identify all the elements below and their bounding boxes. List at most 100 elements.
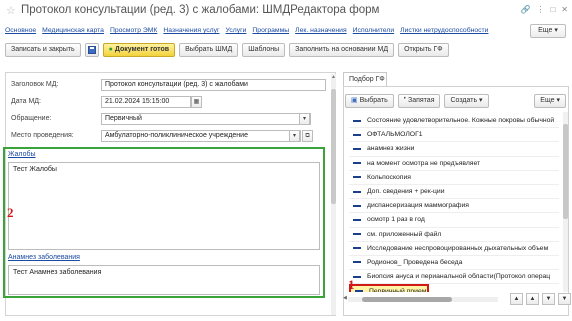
gf-more-button[interactable]: Еще ▾	[534, 94, 566, 108]
nav-link-medcard[interactable]: Медицинская карта	[42, 27, 104, 34]
gf-toolbar: ▣ Выбрать ❜ Запятая Создать ▾	[345, 94, 489, 108]
scrollbar-thumb[interactable]	[563, 124, 568, 219]
nav-links: Основное Медицинская карта Просмотр ЭМК …	[5, 27, 488, 34]
gf-comma-label: Запятая	[407, 97, 435, 104]
gf-list-item-label: Исследование неспровоцированных дыхатель…	[367, 244, 549, 252]
gf-list-item-label: диспансеризация маммография	[367, 202, 469, 210]
complaints-textarea[interactable]: Тест Жалобы	[8, 162, 320, 250]
nav-link-performers[interactable]: Исполнители	[353, 27, 394, 34]
nav-more-button[interactable]: Еще ▾	[530, 24, 566, 38]
date-input[interactable]: 21.02.2024 15:15:00	[101, 96, 191, 108]
gf-comma-button[interactable]: ❜ Запятая	[397, 94, 441, 108]
link-icon[interactable]: 🔗	[520, 5, 530, 15]
save-close-button[interactable]: Записать и закрыть	[5, 43, 81, 57]
gf-list-item[interactable]: Доп. сведения + рек-ции	[349, 185, 559, 200]
gf-list-item-label: на момент осмотра не предъявляет	[367, 159, 481, 167]
gf-list-item[interactable]: Состояние удовлетворительное. Кожные пок…	[349, 114, 559, 129]
date-label: Дата МД:	[11, 98, 41, 105]
first-icon[interactable]: ▲	[510, 293, 523, 305]
gf-list-item[interactable]: диспансеризация маммография	[349, 199, 559, 214]
header-label: Заголовок МД:	[11, 81, 59, 88]
main-toolbar: Записать и закрыть ● Документ готов Выбра…	[5, 43, 449, 57]
chevron-down-icon[interactable]: ▾	[299, 113, 310, 125]
templates-button[interactable]: Шаблоны	[242, 43, 286, 57]
scrollbar-thumb[interactable]	[331, 89, 336, 204]
item-dash-icon	[353, 147, 361, 150]
maximize-icon[interactable]: □	[550, 5, 555, 15]
gf-list-item-label: Доп. сведения + рек-ции	[367, 188, 445, 196]
anamnesis-textarea[interactable]: Тест Анамнез заболевания	[8, 265, 320, 295]
document-ready-button[interactable]: ● Документ готов	[102, 43, 176, 57]
anamnesis-link[interactable]: Анамнез заболевания	[8, 254, 80, 261]
appeal-select[interactable]: Первичный	[101, 113, 311, 125]
item-dash-icon	[353, 233, 361, 236]
up-icon[interactable]: ▲	[526, 293, 539, 305]
item-dash-icon	[353, 247, 361, 250]
nav-link-emk[interactable]: Просмотр ЭМК	[110, 27, 157, 34]
window-controls: 🔗 ⋮ □ ✕	[520, 5, 568, 15]
item-dash-icon	[353, 133, 361, 136]
item-dash-icon	[353, 190, 361, 193]
scroll-up-icon[interactable]: ▲	[331, 74, 336, 80]
select-icon: ▣	[351, 97, 360, 104]
gf-list-scrollbar[interactable]	[563, 112, 568, 292]
gf-list-item[interactable]: анамнез жизни	[349, 142, 559, 157]
gf-list-item-label: Биопсия ануса и перианальной области(Про…	[367, 273, 551, 281]
calendar-icon[interactable]: ▦	[191, 96, 202, 108]
gf-list-item[interactable]: Биопсия ануса и перианальной области(Про…	[349, 270, 559, 285]
menu-dots-icon[interactable]: ⋮	[536, 5, 544, 15]
check-circle-icon: ●	[108, 46, 113, 53]
nav-link-drugs[interactable]: Лек. назначения	[295, 27, 347, 34]
item-dash-icon	[353, 218, 361, 221]
gf-nav-arrows: ▲ ▲ ▼ ▼	[510, 293, 571, 305]
annotation-marker-1: 1	[348, 277, 355, 292]
window-title: Протокол консультации (ред. 3) с жалобам…	[21, 4, 380, 16]
nav-link-main[interactable]: Основное	[5, 27, 36, 34]
nav-link-sick-leaves[interactable]: Листки нетрудоспособности	[400, 27, 488, 34]
annotation-marker-2: 2	[7, 205, 14, 220]
close-icon[interactable]: ✕	[561, 5, 568, 15]
nav-link-services[interactable]: Услуги	[226, 27, 247, 34]
place-select[interactable]: Амбулаторно-поликлиническое учреждение	[101, 130, 301, 142]
gf-hscrollbar[interactable]	[348, 297, 498, 302]
gf-list-item[interactable]: Родионов_ Проведена беседа	[349, 256, 559, 271]
gf-list-item[interactable]: на момент осмотра не предъявляет	[349, 157, 559, 171]
complaints-link[interactable]: Жалобы	[8, 151, 36, 158]
choose-shmd-button[interactable]: Выбрать ШМД	[179, 43, 239, 57]
scrollbar-thumb[interactable]	[362, 297, 452, 302]
open-gf-button[interactable]: Открыть ГФ	[398, 43, 449, 57]
gf-list-item[interactable]: Исследование неспровоцированных дыхатель…	[349, 242, 559, 256]
gf-list: Состояние удовлетворительное. Кожные пок…	[349, 114, 559, 292]
chevron-down-icon[interactable]: ▾	[289, 130, 300, 142]
tab-gf-selection[interactable]: Подбор ГФ	[343, 72, 387, 86]
nav-link-programs[interactable]: Программы	[252, 27, 289, 34]
nav-link-services-assign[interactable]: Назначения услуг	[163, 27, 219, 34]
scroll-left-icon[interactable]: ◀	[343, 295, 347, 301]
gf-list-item[interactable]: см. приложенный файл	[349, 228, 559, 242]
title-bar: ☆ Протокол консультации (ред. 3) с жалоб…	[0, 0, 572, 22]
form-scrollbar[interactable]: ▲	[331, 74, 336, 315]
complaints-highlight-box: Жалобы Тест Жалобы Анамнез заболевания Т…	[3, 147, 325, 298]
star-icon[interactable]: ☆	[6, 4, 16, 17]
gf-list-item-label: Первичный прием	[369, 287, 427, 292]
header-input[interactable]: Протокол консультации (ред. 3) с жалобам…	[101, 79, 326, 91]
gf-select-button[interactable]: ▣ Выбрать	[345, 94, 394, 108]
document-ready-label: Документ готов	[114, 46, 170, 53]
gf-list-item[interactable]: осмотр 1 раз в год	[349, 213, 559, 228]
gf-list-item[interactable]: Кольпоскопия	[349, 171, 559, 185]
fill-based-on-button[interactable]: Заполнить на основании МД	[289, 43, 395, 57]
item-dash-icon	[355, 290, 363, 292]
open-link-icon[interactable]: ⧉	[302, 130, 313, 142]
save-button[interactable]	[84, 43, 99, 57]
gf-list-item-selected[interactable]: Первичный прием	[349, 284, 429, 292]
floppy-disk-icon	[87, 46, 96, 54]
gf-select-label: Выбрать	[359, 97, 388, 104]
item-dash-icon	[353, 119, 361, 122]
appeal-label: Обращение:	[11, 115, 52, 122]
item-dash-icon	[353, 261, 361, 264]
last-icon[interactable]: ▼	[558, 293, 571, 305]
gf-create-button[interactable]: Создать ▾	[444, 94, 489, 108]
down-icon[interactable]: ▼	[542, 293, 555, 305]
gf-panel: Подбор ГФ ▣ Выбрать ❜ Запятая Создать ▾ …	[340, 70, 571, 316]
gf-list-item[interactable]: ОФТАЛЬМОЛОГ1	[349, 128, 559, 143]
